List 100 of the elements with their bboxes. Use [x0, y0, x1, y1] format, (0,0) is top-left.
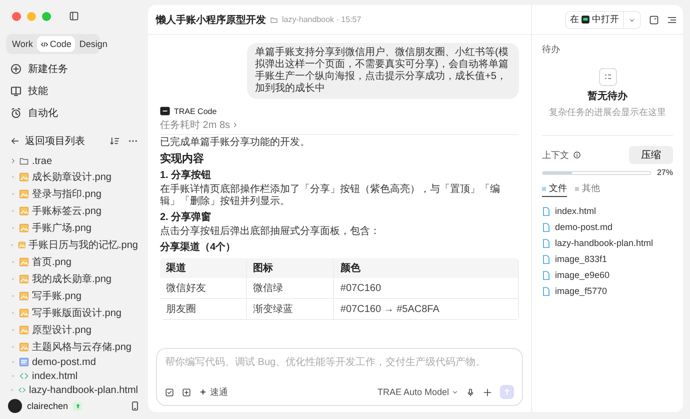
file-item[interactable]: 登录与指印.png	[6, 185, 142, 202]
mode-tab[interactable]: Design	[75, 36, 112, 52]
send-button[interactable]	[500, 385, 514, 399]
image-icon	[19, 274, 29, 284]
agent-icon	[160, 106, 170, 116]
window-icon	[649, 14, 659, 24]
context-tab[interactable]: 文件	[542, 181, 567, 197]
back-arrow-icon	[10, 136, 20, 146]
table-cell: 微信绿	[246, 278, 334, 298]
arrow-up-icon	[503, 388, 511, 396]
empty-hint: 复杂任务的进展会显示在这里	[549, 106, 666, 119]
sidebar-toggle-icon	[69, 11, 79, 21]
code-icon	[19, 371, 29, 381]
file-item[interactable]: index.html	[6, 369, 142, 383]
book-icon	[10, 85, 22, 97]
context-file[interactable]: image_833f1	[542, 251, 673, 267]
image-icon	[19, 206, 29, 216]
chevron-right-icon	[10, 158, 16, 164]
panel-icon	[667, 14, 677, 24]
context-tab[interactable]: 其他	[575, 181, 600, 197]
mode-button[interactable]: 速通	[199, 386, 228, 398]
file-item[interactable]: 手账标签云.png	[6, 202, 142, 219]
nav-item[interactable]: 技能	[6, 80, 142, 102]
agent-name: TRAE Code	[174, 106, 217, 116]
image-icon	[18, 240, 26, 250]
file-item[interactable]: demo-post.md	[6, 355, 142, 369]
file-item[interactable]: 原型设计.png	[6, 321, 142, 338]
column-header: 图标	[246, 258, 334, 278]
image-icon	[19, 256, 29, 266]
heading: 分享渠道（4个）	[160, 240, 237, 254]
task-duration[interactable]: 任务耗时 2m 8s	[160, 118, 230, 132]
file-item[interactable]: 手账日历与我的记忆.png	[6, 236, 142, 253]
column-header: 渠道	[160, 258, 247, 278]
paragraph: 点击分享按钮后弹出底部抽屉式分享面板，包含：	[160, 226, 381, 238]
image-icon	[19, 342, 29, 352]
folder-icon	[270, 16, 278, 24]
mode-tab[interactable]: Work	[8, 36, 37, 52]
table-cell: 渐变绿蓝	[246, 298, 334, 320]
heading: 实现内容	[160, 152, 205, 166]
document-icon	[19, 357, 29, 367]
plus-icon	[483, 388, 492, 396]
table-cell: 微信好友	[160, 278, 247, 298]
context-file[interactable]: lazy-handbook-plan.html	[542, 235, 673, 251]
file-item[interactable]: 写手账版面设计.png	[6, 304, 142, 321]
close-dot[interactable]	[12, 12, 21, 20]
back-link[interactable]: 返回项目列表	[25, 134, 85, 148]
checkbox-icon	[165, 388, 174, 396]
heading: 2. 分享弹窗	[160, 210, 212, 224]
info-icon	[573, 151, 581, 159]
zoom-dot[interactable]	[42, 12, 51, 20]
context-file[interactable]: index.html	[542, 203, 673, 219]
avatar[interactable]	[8, 399, 22, 413]
heading: 1. 分享按钮	[160, 168, 212, 182]
compress-button[interactable]: 压缩	[629, 146, 673, 164]
image-icon	[19, 308, 29, 318]
section-title: 上下文	[542, 148, 569, 162]
chat-title: 懒人手账小程序原型开发	[156, 13, 266, 26]
new-task-icon	[10, 63, 22, 75]
nav-item[interactable]: 新建任务	[6, 58, 142, 80]
empty-title: 暂无待办	[588, 90, 628, 103]
upgrade-badge[interactable]	[73, 402, 82, 410]
file-item[interactable]: 主题风格与云存储.png	[6, 338, 142, 355]
minimize-dot[interactable]	[27, 12, 36, 20]
image-icon	[19, 222, 29, 232]
file-item[interactable]: lazy-handbook-plan.html	[6, 383, 142, 397]
image-add-icon	[182, 388, 191, 396]
table-cell: #07C160 → #5AC8FA	[334, 298, 518, 320]
context-percent: 27%	[656, 168, 673, 177]
nav-item[interactable]: 自动化	[6, 102, 142, 124]
project-info: lazy-handbook · 15:57	[282, 15, 362, 24]
mode-tab[interactable]: Code	[36, 36, 76, 52]
column-header: 颜色	[334, 258, 518, 278]
context-file[interactable]: demo-post.md	[542, 219, 673, 235]
table-cell: #07C160	[334, 278, 518, 298]
folder-icon	[19, 156, 29, 166]
microphone-icon	[466, 388, 475, 396]
file-item[interactable]: 写手账.png	[6, 287, 142, 304]
caret-icon	[452, 389, 458, 395]
section-title: 待办	[542, 43, 561, 56]
file-item[interactable]: 成长勋章设计.png	[6, 168, 142, 185]
context-file[interactable]: image_f5770	[542, 283, 673, 299]
phone-icon	[130, 401, 140, 411]
app-icon	[581, 15, 590, 24]
open-in-button[interactable]: 在 中打开	[565, 10, 641, 28]
file-item[interactable]: 首页.png	[6, 253, 142, 270]
user-message: 单篇手账支持分享到微信用户、微信朋友圈、小红书等(模拟弹出这样一个页面，不需要真实可分享)，会自动将单篇手账生产一个纵向海报，点击提示分享成功，成长值+5，加到我的成长中	[247, 43, 519, 99]
paragraph: 已完成单篇手账分享功能的开发。	[160, 137, 311, 149]
file-item[interactable]: .trae	[6, 154, 142, 168]
sort-icon	[110, 136, 120, 146]
image-icon	[19, 172, 29, 182]
file-item[interactable]: 我的成长勋章.png	[6, 270, 142, 287]
image-icon	[19, 290, 29, 300]
context-file[interactable]: image_e9e60	[542, 267, 673, 283]
alarm-clock-icon	[10, 107, 22, 119]
file-item[interactable]: 手账广场.png	[6, 219, 142, 236]
image-icon	[19, 324, 29, 334]
list-icon	[598, 68, 616, 86]
model-selector[interactable]: TRAE Auto Model	[377, 387, 458, 397]
message-composer[interactable]: 帮你编写代码、调试 Bug、优化性能等开发工作，交付生产级代码产物。 速通 TRAE Auto Model	[156, 348, 523, 406]
image-icon	[19, 188, 29, 198]
